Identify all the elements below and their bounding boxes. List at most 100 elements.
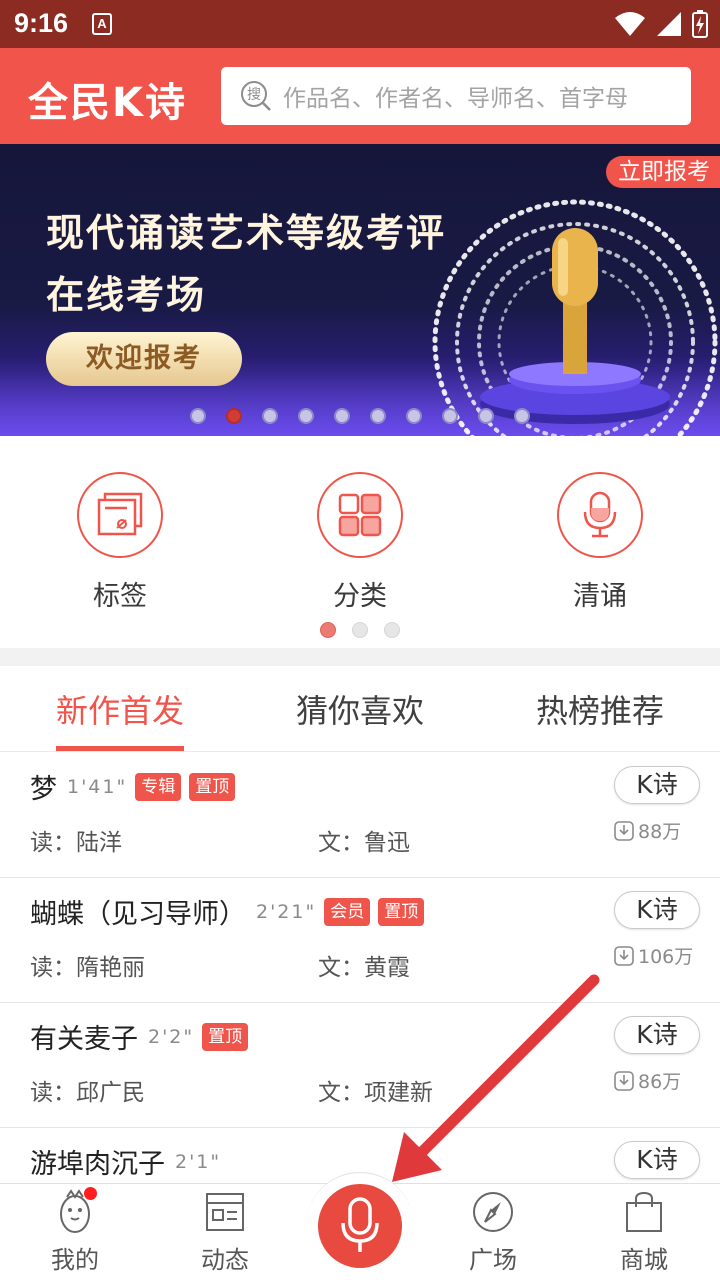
work-duration: 1'41" <box>67 775 128 798</box>
banner-register-tag[interactable]: 立即报考 <box>606 156 720 188</box>
banner-line-2: 在线考场 <box>46 273 207 317</box>
work-title: 蝴蝶（见习导师） <box>30 899 246 930</box>
work-title: 游埠肉沉子 <box>30 1149 165 1180</box>
quick-entry-label: 分类 <box>333 581 387 612</box>
status-bar: 9:16 A <box>0 0 720 48</box>
search-bar[interactable]: 搜 作品名、作者名、导师名、首字母 <box>221 67 691 125</box>
download-count-value: 106万 <box>638 946 694 968</box>
banner-dot[interactable] <box>370 408 386 424</box>
k-poem-button[interactable]: K诗 <box>614 891 700 929</box>
reader-name: 读：陆洋 <box>30 830 122 856</box>
reader-name: 读：邱广民 <box>30 1080 145 1106</box>
banner-pagination <box>190 408 530 424</box>
nav-label: 商城 <box>620 1246 668 1274</box>
nav-feed[interactable]: 动态 <box>175 1188 275 1275</box>
download-icon <box>614 820 634 841</box>
list-item[interactable]: 梦 1'41" 专辑 置顶 读：陆洋 文：鲁迅 K诗 88万 <box>0 753 720 878</box>
list-item[interactable]: 有关麦子 2'2" 置顶 读：邱广民 文：项建新 K诗 86万 <box>0 1003 720 1128</box>
writer-name: 文：黄霞 <box>318 955 410 981</box>
member-badge: 会员 <box>324 897 371 926</box>
record-button[interactable] <box>318 1184 402 1268</box>
signal-icon <box>657 12 681 36</box>
tab-recommended-for-you[interactable]: 猜你喜欢 <box>296 686 424 732</box>
k-poem-button[interactable]: K诗 <box>614 1141 700 1179</box>
banner-dot[interactable] <box>406 408 422 424</box>
page-dot[interactable] <box>352 622 368 638</box>
compass-icon <box>443 1188 543 1236</box>
banner-welcome-button[interactable]: 欢迎报考 <box>46 332 242 386</box>
download-count: 106万 <box>614 942 693 969</box>
content-tabs: 新作首发 猜你喜欢 热榜推荐 <box>0 666 720 752</box>
nav-label: 我的 <box>51 1246 99 1274</box>
status-time: 9:16 <box>14 8 69 38</box>
banner-headline: 现代诵读艺术等级考评 在线考场 <box>46 202 446 326</box>
k-poem-button[interactable]: K诗 <box>614 1016 700 1054</box>
quick-entry-label: 标签 <box>93 581 147 612</box>
banner-dot[interactable] <box>514 408 530 424</box>
writer-name: 文：鲁迅 <box>318 830 410 856</box>
download-icon <box>614 945 634 966</box>
download-count-value: 88万 <box>638 821 682 843</box>
search-placeholder: 作品名、作者名、导师名、首字母 <box>283 86 628 112</box>
pinned-badge: 置顶 <box>189 772 236 801</box>
work-title-row: 有关麦子 2'2" 置顶 <box>30 1017 249 1056</box>
download-count-value: 86万 <box>638 1071 682 1093</box>
quick-entry-recite[interactable]: 清诵 <box>540 472 660 613</box>
page-dot-active[interactable] <box>320 622 336 638</box>
shopping-bag-icon <box>594 1188 694 1236</box>
work-title: 梦 <box>30 774 57 805</box>
active-tab-indicator <box>56 746 184 751</box>
download-icon <box>614 1070 634 1091</box>
download-count: 88万 <box>614 817 681 844</box>
wifi-icon <box>615 12 645 36</box>
svg-text:搜: 搜 <box>247 87 261 103</box>
quick-entry-pagination <box>320 622 400 638</box>
work-title-row: 游埠肉沉子 2'1" <box>30 1142 221 1181</box>
banner-dot-active[interactable] <box>226 408 242 424</box>
work-duration: 2'2" <box>148 1025 195 1048</box>
work-title-row: 梦 1'41" 专辑 置顶 <box>30 767 236 806</box>
promo-banner[interactable]: 现代诵读艺术等级考评 在线考场 欢迎报考 立即报考 <box>0 144 720 436</box>
app-logo: 全民K诗 <box>28 80 187 126</box>
banner-dot[interactable] <box>190 408 206 424</box>
app-header: 全民K诗 搜 作品名、作者名、导师名、首字母 <box>0 48 720 144</box>
work-title-row: 蝴蝶（见习导师） 2'21" 会员 置顶 <box>30 892 425 931</box>
battery-icon <box>692 10 708 38</box>
banner-dot[interactable] <box>478 408 494 424</box>
nav-square[interactable]: 广场 <box>443 1188 543 1275</box>
work-duration: 2'1" <box>175 1150 222 1173</box>
microphone-record-icon <box>341 1197 379 1252</box>
album-badge: 专辑 <box>135 772 182 801</box>
feed-icon <box>175 1188 275 1236</box>
download-count: 86万 <box>614 1067 681 1094</box>
tab-hot-chart[interactable]: 热榜推荐 <box>536 686 664 732</box>
work-duration: 2'21" <box>256 900 317 923</box>
tab-new-releases[interactable]: 新作首发 <box>56 686 184 732</box>
writer-name: 文：项建新 <box>318 1080 433 1106</box>
reader-name: 读：隋艳丽 <box>30 955 145 981</box>
quick-entry-tags[interactable]: 标签 <box>60 472 180 613</box>
banner-line-1: 现代诵读艺术等级考评 <box>46 211 447 255</box>
quick-entry-categories[interactable]: 分类 <box>300 472 420 613</box>
pinned-badge: 置顶 <box>378 897 425 926</box>
nav-label: 动态 <box>201 1246 249 1274</box>
page-dot[interactable] <box>384 622 400 638</box>
nav-mine[interactable]: 我的 <box>25 1188 125 1275</box>
section-divider <box>0 648 720 666</box>
nav-label: 广场 <box>469 1246 517 1274</box>
banner-dot[interactable] <box>334 408 350 424</box>
notification-icon: A <box>92 13 112 35</box>
banner-dot[interactable] <box>298 408 314 424</box>
tag-icon <box>77 472 163 558</box>
banner-dot[interactable] <box>442 408 458 424</box>
grid-icon <box>317 472 403 558</box>
list-item[interactable]: 蝴蝶（见习导师） 2'21" 会员 置顶 读：隋艳丽 文：黄霞 K诗 106万 <box>0 878 720 1003</box>
quick-entry-section: 标签 分类 清诵 <box>0 436 720 648</box>
microphone-stage-illustration <box>432 199 718 436</box>
notification-dot <box>84 1187 97 1200</box>
nav-mall[interactable]: 商城 <box>594 1188 694 1275</box>
k-poem-button[interactable]: K诗 <box>614 766 700 804</box>
system-icons <box>614 8 708 40</box>
banner-dot[interactable] <box>262 408 278 424</box>
profile-mascot-icon <box>25 1188 125 1236</box>
